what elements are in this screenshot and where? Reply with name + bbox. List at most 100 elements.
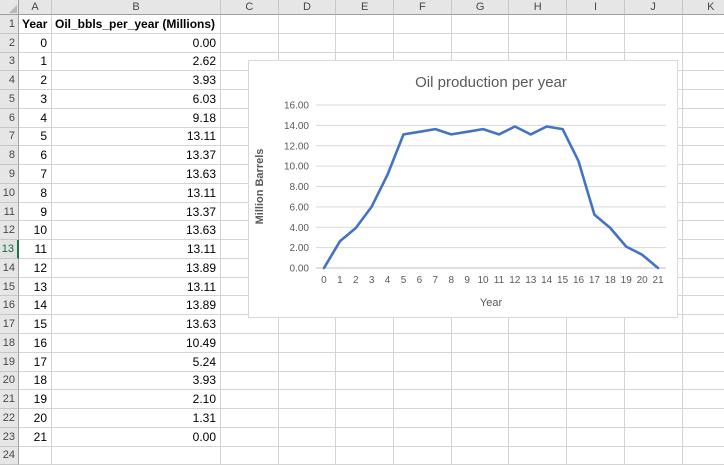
cell-G24[interactable] <box>452 447 510 465</box>
cell-D24[interactable] <box>279 447 337 465</box>
cell-K21[interactable] <box>683 390 724 409</box>
cell-K5[interactable] <box>683 90 724 109</box>
cell-A5[interactable]: 3 <box>19 90 52 109</box>
cell-B18[interactable]: 10.49 <box>52 334 221 353</box>
cell-H22[interactable] <box>509 409 567 428</box>
cell-A8[interactable]: 6 <box>19 146 52 165</box>
cell-K15[interactable] <box>683 278 724 297</box>
row-header-8[interactable]: 8 <box>0 146 19 165</box>
cell-K3[interactable] <box>683 53 724 72</box>
cell-K13[interactable] <box>683 240 724 259</box>
cell-D18[interactable] <box>279 334 337 353</box>
column-header-K[interactable]: K <box>683 0 724 15</box>
cell-F21[interactable] <box>394 390 452 409</box>
row-header-18[interactable]: 18 <box>0 334 19 353</box>
cell-F1[interactable] <box>394 15 452 34</box>
cell-H19[interactable] <box>509 353 567 372</box>
cell-A3[interactable]: 1 <box>19 53 52 72</box>
row-header-7[interactable]: 7 <box>0 128 19 147</box>
cell-J18[interactable] <box>625 334 683 353</box>
column-header-E[interactable]: E <box>336 0 394 15</box>
cell-E2[interactable] <box>336 34 394 53</box>
cell-B2[interactable]: 0.00 <box>52 34 221 53</box>
cell-I21[interactable] <box>567 390 625 409</box>
cell-B9[interactable]: 13.63 <box>52 165 221 184</box>
cell-C22[interactable] <box>221 409 279 428</box>
cell-I2[interactable] <box>567 34 625 53</box>
cell-A24[interactable] <box>19 447 52 465</box>
cell-D17[interactable] <box>279 315 337 334</box>
row-header-12[interactable]: 12 <box>0 221 19 240</box>
cell-C1[interactable] <box>221 15 279 34</box>
cell-H1[interactable] <box>509 15 567 34</box>
cell-C17[interactable] <box>221 315 279 334</box>
cell-F19[interactable] <box>394 353 452 372</box>
cell-K12[interactable] <box>683 221 724 240</box>
cell-J17[interactable] <box>625 315 683 334</box>
cell-B16[interactable]: 13.89 <box>52 296 221 315</box>
cell-K11[interactable] <box>683 203 724 222</box>
row-header-10[interactable]: 10 <box>0 184 19 203</box>
embedded-chart[interactable]: 0.002.004.006.008.0010.0012.0014.0016.00… <box>248 60 678 318</box>
cell-H2[interactable] <box>509 34 567 53</box>
cell-E24[interactable] <box>336 447 394 465</box>
cell-B7[interactable]: 13.11 <box>52 128 221 147</box>
cell-H17[interactable] <box>509 315 567 334</box>
cell-D23[interactable] <box>279 428 337 447</box>
row-header-5[interactable]: 5 <box>0 90 19 109</box>
cell-B12[interactable]: 13.63 <box>52 221 221 240</box>
row-header-23[interactable]: 23 <box>0 428 19 447</box>
cell-C21[interactable] <box>221 390 279 409</box>
cell-A10[interactable]: 8 <box>19 184 52 203</box>
cell-B21[interactable]: 2.10 <box>52 390 221 409</box>
cell-B14[interactable]: 13.89 <box>52 259 221 278</box>
cell-H21[interactable] <box>509 390 567 409</box>
cell-J24[interactable] <box>625 447 683 465</box>
row-header-19[interactable]: 19 <box>0 353 19 372</box>
cell-C20[interactable] <box>221 372 279 391</box>
cell-K20[interactable] <box>683 372 724 391</box>
cell-E1[interactable] <box>336 15 394 34</box>
cell-B13[interactable]: 13.11 <box>52 240 221 259</box>
cell-I24[interactable] <box>567 447 625 465</box>
cell-I17[interactable] <box>567 315 625 334</box>
cell-B10[interactable]: 13.11 <box>52 184 221 203</box>
cell-K14[interactable] <box>683 259 724 278</box>
cell-A21[interactable]: 19 <box>19 390 52 409</box>
column-header-F[interactable]: F <box>394 0 452 15</box>
cell-G20[interactable] <box>452 372 510 391</box>
cell-A13[interactable]: 11 <box>19 240 52 259</box>
cell-B11[interactable]: 13.37 <box>52 203 221 222</box>
cell-A7[interactable]: 5 <box>19 128 52 147</box>
cell-D1[interactable] <box>279 15 337 34</box>
cell-A11[interactable]: 9 <box>19 203 52 222</box>
column-header-B[interactable]: B <box>52 0 221 15</box>
cell-H23[interactable] <box>509 428 567 447</box>
cell-D21[interactable] <box>279 390 337 409</box>
cell-I1[interactable] <box>567 15 625 34</box>
cell-A20[interactable]: 18 <box>19 372 52 391</box>
cell-F2[interactable] <box>394 34 452 53</box>
cell-A6[interactable]: 4 <box>19 109 52 128</box>
cell-J2[interactable] <box>625 34 683 53</box>
column-header-H[interactable]: H <box>509 0 567 15</box>
cell-E17[interactable] <box>336 315 394 334</box>
row-header-20[interactable]: 20 <box>0 372 19 391</box>
cell-F23[interactable] <box>394 428 452 447</box>
cell-B23[interactable]: 0.00 <box>52 428 221 447</box>
cell-G2[interactable] <box>452 34 510 53</box>
cell-A1[interactable]: Year <box>19 15 52 34</box>
cell-B15[interactable]: 13.11 <box>52 278 221 297</box>
cell-A23[interactable]: 21 <box>19 428 52 447</box>
cell-D20[interactable] <box>279 372 337 391</box>
cell-A18[interactable]: 16 <box>19 334 52 353</box>
cell-K2[interactable] <box>683 34 724 53</box>
row-header-3[interactable]: 3 <box>0 53 19 72</box>
cell-K19[interactable] <box>683 353 724 372</box>
cell-H24[interactable] <box>509 447 567 465</box>
cell-A9[interactable]: 7 <box>19 165 52 184</box>
cell-K4[interactable] <box>683 71 724 90</box>
cell-G18[interactable] <box>452 334 510 353</box>
cell-A4[interactable]: 2 <box>19 71 52 90</box>
row-header-17[interactable]: 17 <box>0 315 19 334</box>
